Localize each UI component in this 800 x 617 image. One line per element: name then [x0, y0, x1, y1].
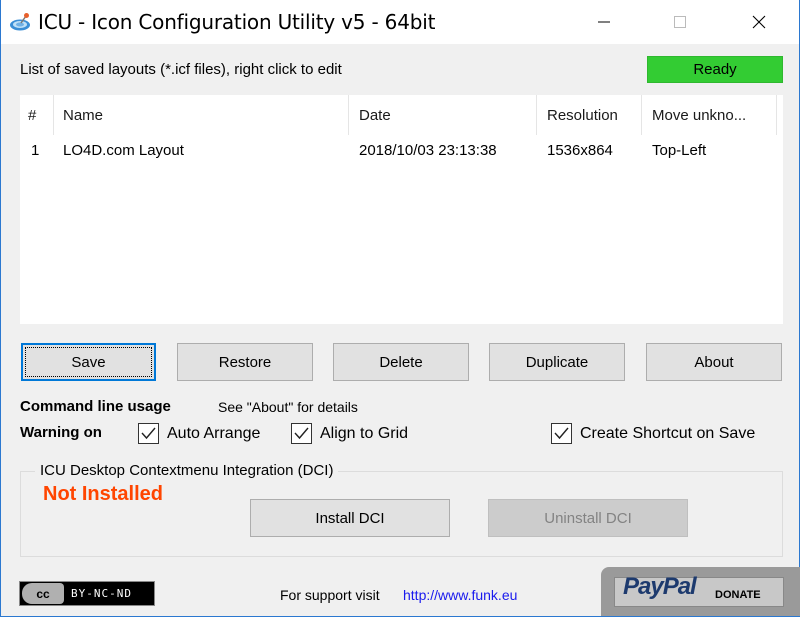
- checkmark-icon: [141, 427, 156, 440]
- paypal-donate-label: DONATE: [715, 589, 761, 601]
- support-text: For support visit: [280, 587, 380, 603]
- minimize-icon: [598, 21, 610, 23]
- restore-button-label: Restore: [218, 353, 272, 371]
- table-row[interactable]: 1 LO4D.com Layout 2018/10/03 23:13:38 15…: [20, 135, 783, 165]
- cc-icon-text: cc: [36, 586, 50, 601]
- create-shortcut-checkbox[interactable]: Create Shortcut on Save: [551, 423, 755, 444]
- command-line-label: Command line usage: [20, 398, 171, 415]
- align-to-grid-checkbox[interactable]: Align to Grid: [291, 423, 408, 444]
- column-header-resolution[interactable]: Resolution: [539, 95, 641, 135]
- cell-number: 1: [31, 141, 40, 159]
- create-shortcut-label: Create Shortcut on Save: [580, 424, 756, 442]
- column-separator[interactable]: [776, 95, 777, 135]
- cell-move-unknown: Top-Left: [652, 141, 707, 159]
- install-dci-label: Install DCI: [315, 509, 385, 527]
- about-button-label: About: [694, 353, 734, 371]
- about-button[interactable]: About: [646, 343, 782, 381]
- column-separator[interactable]: [53, 95, 54, 135]
- icu-window: ICU - Icon Configuration Utility v5 - 64…: [0, 0, 800, 617]
- layouts-list-label: List of saved layouts (*.icf files), rig…: [20, 61, 342, 78]
- close-icon: [752, 15, 766, 29]
- layouts-list[interactable]: # Name Date Resolution Move unkno... 1 L…: [20, 95, 783, 324]
- minimize-button[interactable]: [581, 0, 627, 44]
- support-link[interactable]: http://www.funk.eu: [403, 587, 517, 603]
- align-to-grid-label: Align to Grid: [320, 424, 409, 442]
- dci-group-title: ICU Desktop Contextmenu Integration (DCI…: [35, 462, 339, 479]
- cell-resolution: 1536x864: [547, 141, 613, 159]
- column-header-move-unknown[interactable]: Move unkno...: [644, 95, 776, 135]
- auto-arrange-label: Auto Arrange: [167, 424, 261, 442]
- auto-arrange-checkbox[interactable]: Auto Arrange: [138, 423, 260, 444]
- close-button[interactable]: [736, 0, 782, 44]
- column-header-date[interactable]: Date: [351, 95, 537, 135]
- dci-status: Not Installed: [43, 483, 164, 505]
- restore-button[interactable]: Restore: [177, 343, 313, 381]
- window-title: ICU - Icon Configuration Utility v5 - 64…: [38, 10, 436, 34]
- checkmark-icon: [294, 427, 309, 440]
- maximize-button[interactable]: [657, 0, 703, 44]
- command-line-value: See "About" for details: [218, 399, 358, 415]
- status-badge: Ready: [647, 56, 783, 83]
- column-header-number[interactable]: #: [20, 95, 53, 135]
- uninstall-dci-label: Uninstall DCI: [544, 509, 632, 527]
- paypal-donate-button[interactable]: PayPal DONATE: [601, 567, 800, 616]
- paypal-logo: PayPal: [623, 573, 697, 600]
- list-header: # Name Date Resolution Move unkno...: [20, 95, 783, 135]
- cell-date: 2018/10/03 23:13:38: [359, 141, 497, 159]
- column-separator[interactable]: [536, 95, 537, 135]
- icu-app-icon: [10, 13, 30, 31]
- column-header-name[interactable]: Name: [55, 95, 348, 135]
- column-separator[interactable]: [348, 95, 349, 135]
- delete-button[interactable]: Delete: [333, 343, 469, 381]
- cc-icon: cc: [22, 583, 64, 604]
- duplicate-button-label: Duplicate: [525, 353, 589, 371]
- license-text: BY-NC-ND: [71, 587, 132, 600]
- install-dci-button[interactable]: Install DCI: [250, 499, 450, 537]
- delete-button-label: Delete: [379, 353, 423, 371]
- checkbox-box[interactable]: [291, 423, 312, 444]
- maximize-icon: [674, 16, 686, 28]
- save-button[interactable]: Save: [21, 343, 156, 381]
- checkbox-box[interactable]: [138, 423, 159, 444]
- duplicate-button[interactable]: Duplicate: [489, 343, 625, 381]
- checkmark-icon: [554, 427, 569, 440]
- cc-license-badge[interactable]: cc BY-NC-ND: [19, 581, 155, 606]
- warning-on-label: Warning on: [20, 424, 102, 441]
- save-button-label: Save: [71, 353, 106, 371]
- column-separator[interactable]: [641, 95, 642, 135]
- cell-name: LO4D.com Layout: [63, 141, 184, 159]
- uninstall-dci-button: Uninstall DCI: [488, 499, 688, 537]
- title-bar: ICU - Icon Configuration Utility v5 - 64…: [1, 0, 799, 44]
- checkbox-box[interactable]: [551, 423, 572, 444]
